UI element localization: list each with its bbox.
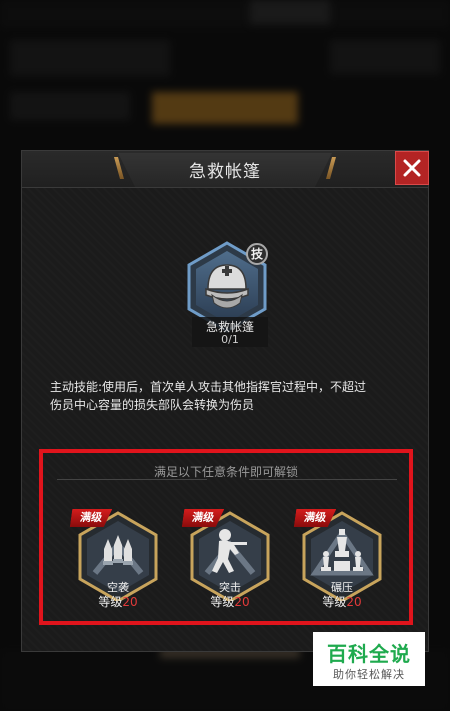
requirement-crush[interactable]: 满级 碾压 等级20	[301, 511, 383, 619]
requirement-airstrike[interactable]: 满级 空袭 等级20	[77, 511, 159, 619]
skill-label-box: 急救帐篷 0/1	[192, 317, 268, 347]
description-line: 伤员中心容量的损失部队会转换为伤员	[50, 398, 255, 412]
skill-description: 主动技能:使用后，首次单人攻击其他指挥官过程中，不超过 伤员中心容量的损失部队会…	[50, 378, 402, 414]
skill-count: 0/1	[221, 333, 239, 346]
watermark-logo: 百科全说 助你轻松解决	[313, 632, 425, 686]
requirement-level: 等级20	[301, 593, 383, 610]
level-label: 等级	[322, 595, 347, 609]
close-button[interactable]	[395, 151, 429, 185]
unlock-conditions-panel: 满足以下任意条件即可解锁 满级 空袭 等级20 满级 突击 等级20 满级 碾压…	[39, 449, 413, 625]
level-value: 20	[346, 595, 362, 609]
level-label: 等级	[210, 595, 235, 609]
skill-dialog: 急救帐篷 技 急救帐篷 0/1 主动技能:使用后，首次单人攻击其他指挥官过程中，…	[21, 150, 429, 652]
main-skill[interactable]: 技 急救帐篷 0/1	[186, 241, 268, 351]
level-value: 20	[234, 595, 250, 609]
close-x-icon	[403, 159, 421, 177]
watermark-title: 百科全说	[327, 642, 411, 666]
watermark-subtitle: 助你轻松解决	[333, 668, 405, 681]
skill-type-badge: 技	[246, 243, 268, 265]
requirement-level: 等级20	[189, 593, 271, 610]
description-line: 主动技能:使用后，首次单人攻击其他指挥官过程中，不超过	[50, 380, 367, 394]
requirement-assault[interactable]: 满级 突击 等级20	[189, 511, 271, 619]
requirement-level: 等级20	[77, 593, 159, 610]
dialog-title-bar: 急救帐篷	[22, 151, 429, 188]
unlock-heading: 满足以下任意条件即可解锁	[153, 465, 298, 479]
dialog-title: 急救帐篷	[189, 162, 261, 182]
level-label: 等级	[98, 595, 123, 609]
level-value: 20	[122, 595, 138, 609]
